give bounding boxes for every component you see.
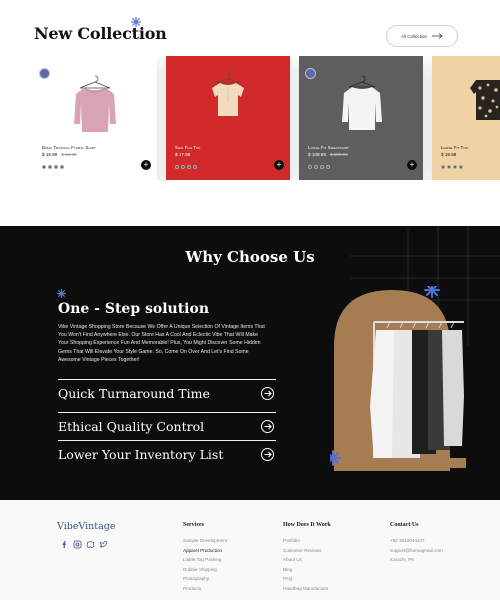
footer-link-shipping[interactable]: Dobbie Shipping	[183, 565, 227, 575]
add-to-cart-button[interactable]: +	[274, 160, 284, 170]
section-title: New Collection	[34, 24, 167, 43]
sale-badge-icon	[305, 68, 316, 79]
product-info: Loose Fit Top $ 19.99	[432, 138, 500, 180]
contact-heading: Contact Us	[390, 522, 419, 528]
product-image	[166, 56, 290, 138]
contact-phone: +92 3042044447	[390, 538, 425, 543]
feature-lower-inventory[interactable]: Lower Your Inventory List	[58, 440, 276, 464]
old-price: $ 19.99	[61, 152, 77, 157]
product-image	[432, 56, 500, 138]
social-links	[60, 536, 108, 549]
add-to-cart-button[interactable]: +	[407, 160, 417, 170]
footer-link-apparel-production[interactable]: Apparel Production	[183, 546, 227, 556]
color-swatches[interactable]	[441, 165, 463, 169]
twitter-icon[interactable]	[99, 536, 108, 548]
product-price: $ 17.99	[175, 152, 190, 157]
product-info: Shih Fuh Top $ 17.99 +	[166, 138, 290, 180]
sparkle-icon	[131, 17, 141, 27]
arrow-circle-icon[interactable]	[261, 448, 274, 461]
product-info: Boho Tropical Floral Shirt $ 15.99 $ 19.9…	[33, 138, 157, 180]
footer-link-about-us[interactable]: About Us	[283, 555, 331, 565]
footer-link-products[interactable]: Products	[183, 584, 227, 594]
color-swatches[interactable]	[42, 165, 64, 169]
footer-link-handbag[interactable]: Handbag Manufacture	[283, 584, 331, 594]
facebook-icon[interactable]	[60, 536, 69, 548]
footer-link-photography[interactable]: Photography	[183, 574, 227, 584]
product-card[interactable]: Loose Fit Top $ 19.99	[432, 56, 500, 180]
product-name: Loose Fit Sweatshirt	[308, 145, 349, 150]
sale-badge-icon	[39, 68, 50, 79]
current-price: $ 109.99	[308, 152, 326, 157]
arrow-circle-icon[interactable]	[261, 387, 274, 400]
footer-link-tag-packing[interactable]: Liable Tag Packing	[183, 555, 227, 565]
how-heading: How Does It Work	[283, 522, 331, 528]
product-image	[33, 56, 157, 138]
site-footer: VibeVintage Services Sample Development …	[0, 500, 500, 600]
color-swatches[interactable]	[175, 165, 197, 169]
instagram-icon[interactable]	[73, 536, 82, 549]
brand-logo[interactable]: VibeVintage	[57, 521, 115, 532]
current-price: $ 15.99	[42, 152, 58, 157]
product-carousel: Boho Tropical Floral Shirt $ 15.99 $ 19.9…	[33, 56, 500, 180]
all-collection-button[interactable]: All Collection	[386, 25, 458, 47]
sweatshirt-garment	[342, 75, 382, 130]
product-name: Boho Tropical Floral Shirt	[42, 145, 96, 150]
product-card[interactable]: Loose Fit Sweatshirt $ 109.99 $ 399.99 +	[299, 56, 423, 180]
product-info: Loose Fit Sweatshirt $ 109.99 $ 399.99 +	[299, 138, 423, 180]
product-price: $ 19.99	[441, 152, 456, 157]
product-price: $ 109.99 $ 399.99	[308, 152, 348, 157]
leopard-top-garment	[470, 80, 500, 120]
product-price: $ 15.99 $ 19.99	[42, 152, 77, 157]
footer-link-blog[interactable]: Blog	[283, 565, 331, 575]
product-name: Shih Fuh Top	[175, 145, 201, 150]
footer-contact-column: Contact Us +92 3042044447 support@farmag…	[390, 522, 443, 565]
product-card[interactable]: Boho Tropical Floral Shirt $ 15.99 $ 19.9…	[33, 56, 157, 180]
footer-link-faq[interactable]: FAQ	[283, 574, 331, 584]
discord-icon[interactable]	[86, 536, 95, 548]
arrow-circle-icon[interactable]	[261, 420, 274, 433]
product-image	[299, 56, 423, 138]
clothing-rack-illustration	[330, 286, 466, 471]
feature-label: Ethical Quality Control	[58, 419, 205, 434]
step-solution-heading: One - Step solution	[58, 301, 210, 317]
footer-link-customer-reviews[interactable]: Customer Reviews	[283, 546, 331, 556]
contact-email: support@farmagmail.com	[390, 547, 443, 553]
footer-link-sample-development[interactable]: Sample Development	[183, 536, 227, 546]
color-swatches[interactable]	[308, 165, 330, 169]
sweater-garment	[74, 75, 116, 132]
services-heading: Services	[183, 522, 204, 528]
current-price: $ 19.99	[441, 152, 457, 157]
current-price: $ 17.99	[175, 152, 191, 157]
old-price: $ 399.99	[329, 152, 348, 157]
section-title: Why Choose Us	[185, 248, 315, 266]
sparkle-icon	[57, 289, 66, 298]
footer-how-column: How Does It Work Portfolio Customer Revi…	[283, 522, 331, 594]
footer-link-portfolio[interactable]: Portfolio	[283, 536, 331, 546]
feature-label: Lower Your Inventory List	[58, 447, 224, 462]
product-name: Loose Fit Top	[441, 145, 468, 150]
contact-location: Karachi, PK	[390, 557, 415, 563]
add-to-cart-button[interactable]: +	[141, 160, 151, 170]
feature-label: Quick Turnaround Time	[58, 386, 210, 401]
blouse-garment	[212, 73, 244, 116]
feature-ethical-quality[interactable]: Ethical Quality Control	[58, 412, 276, 436]
why-choose-us-section: Why Choose Us One - Step solution Vibe V…	[0, 226, 500, 500]
all-collection-label: All Collection	[400, 33, 427, 39]
footer-services-column: Services Sample Development Apparel Prod…	[183, 522, 227, 594]
feature-quick-turnaround[interactable]: Quick Turnaround Time	[58, 379, 276, 403]
new-collection-section: New Collection All Collection Boho Tropi…	[0, 0, 500, 226]
product-card[interactable]: Shih Fuh Top $ 17.99 +	[166, 56, 290, 180]
step-solution-description: Vibe Vintage Shopping Store Because We O…	[58, 324, 265, 363]
arrow-right-icon	[432, 33, 443, 39]
